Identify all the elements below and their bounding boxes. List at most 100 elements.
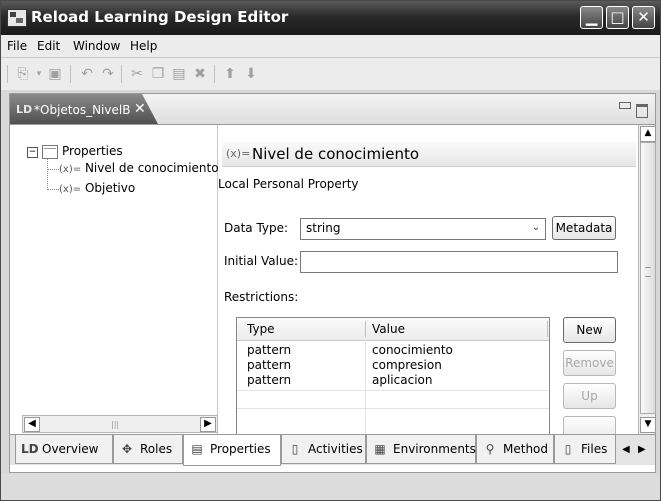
close-tab-icon[interactable]: ✕ (134, 101, 146, 117)
column-divider (547, 321, 548, 337)
remove-button[interactable]: Remove (563, 350, 616, 376)
property-icon: (x)= (59, 184, 82, 195)
menu-edit[interactable]: Edit (37, 39, 60, 53)
table-cell: aplicacion (372, 373, 433, 387)
scroll-left-icon[interactable]: ◀ (24, 417, 40, 432)
tree-item-nivel-de-conocimiento[interactable]: (x)= Nivel de conocimiento (59, 161, 219, 175)
tab-activities[interactable]: ▯ Activities (281, 435, 366, 464)
tree-connector (47, 189, 59, 190)
save-icon[interactable]: ▣ (47, 66, 63, 82)
maximize-button[interactable]: □ (606, 6, 629, 29)
method-icon: ⚲ (485, 442, 495, 456)
tab-label: Activities (308, 442, 363, 456)
minimize-view-icon[interactable] (619, 102, 631, 109)
tab-scroll-right-icon[interactable]: ▶ (638, 444, 646, 455)
tab-label: Properties (210, 442, 271, 456)
tree-horizontal-scrollbar[interactable]: ◀ ||| ▶ (22, 415, 218, 433)
editor-tab-row: LD *Objetos_NivelB ✕ (10, 94, 655, 125)
dropdown-arrow-icon[interactable]: ▾ (31, 66, 47, 82)
cut-icon[interactable]: ✂ (129, 66, 145, 82)
detail-title: Nivel de conocimiento (252, 145, 420, 163)
tab-environments[interactable]: ▦ Environments (366, 435, 476, 464)
column-divider (365, 321, 366, 337)
tab-properties[interactable]: ▤ Properties (183, 435, 281, 466)
tab-label: Method (503, 442, 549, 456)
data-type-label: Data Type: (224, 221, 289, 235)
undo-icon[interactable]: ↶ (79, 66, 95, 82)
window-title: Reload Learning Design Editor (31, 8, 289, 26)
activities-icon: ▯ (291, 442, 299, 456)
toolbar-separator (121, 65, 122, 83)
status-bar (1, 473, 660, 500)
properties-icon: ▤ (191, 442, 203, 456)
column-header-value[interactable]: Value (372, 322, 405, 336)
scroll-grip-icon (645, 267, 651, 277)
app-icon (7, 9, 27, 27)
tab-overview[interactable]: LD Overview (15, 435, 113, 464)
tab-method[interactable]: ⚲ Method (476, 435, 554, 464)
roles-icon: ✥ (121, 442, 133, 456)
move-down-icon[interactable]: ⬇ (243, 66, 259, 82)
table-cell: pattern (247, 343, 292, 357)
scroll-up-icon[interactable]: ▲ (640, 126, 656, 142)
row-divider (237, 408, 549, 409)
metadata-button[interactable]: Metadata (552, 216, 616, 240)
menu-bar: File Edit Window Help (1, 35, 660, 58)
tab-roles[interactable]: ✥ Roles (113, 435, 183, 464)
move-up-icon[interactable]: ⬆ (222, 66, 238, 82)
toolbar-separator (214, 65, 215, 83)
minimize-button[interactable]: ▁ (580, 6, 603, 29)
copy-icon[interactable]: ❐ (150, 66, 166, 82)
tab-label: Overview (42, 442, 99, 456)
tree-item-objetivo[interactable]: (x)= Objetivo (59, 181, 135, 195)
tree-item-label: Objetivo (84, 181, 136, 195)
tree-root-label[interactable]: Properties (62, 144, 123, 158)
ld-icon: LD (16, 103, 33, 116)
tab-label: Files (581, 442, 608, 456)
delete-icon[interactable]: ✖ (192, 66, 208, 82)
scroll-thumb[interactable] (640, 142, 656, 414)
menu-help[interactable]: Help (130, 39, 157, 53)
column-header-type[interactable]: Type (247, 322, 275, 336)
editor-content: − Properties (x)= Nivel de conocimiento … (10, 125, 656, 442)
scroll-down-icon[interactable]: ▼ (640, 417, 656, 433)
up-button[interactable]: Up (563, 383, 616, 409)
tree-connector (47, 169, 59, 170)
chevron-down-icon[interactable]: ⌄ (528, 220, 544, 236)
table-cell: pattern (247, 358, 292, 372)
app-window: Reload Learning Design Editor ▁ □ ✕ File… (0, 0, 661, 501)
tab-scroll-left-icon[interactable]: ◀ (622, 444, 630, 455)
bottom-tab-bar: LD Overview ✥ Roles ▤ Properties ▯ Activ… (10, 434, 655, 466)
property-icon: (x)= (59, 164, 82, 175)
property-icon: (x)= (226, 147, 251, 160)
editor-tab[interactable]: LD *Objetos_NivelB ✕ (10, 94, 158, 124)
tab-files[interactable]: ▯ Files (554, 435, 616, 464)
collapse-icon[interactable]: − (27, 147, 38, 158)
table-cell: pattern (247, 373, 292, 387)
detail-vertical-scrollbar[interactable]: ▲ ▼ (638, 125, 656, 434)
initial-value-input[interactable] (300, 251, 618, 273)
paste-icon[interactable]: ▤ (171, 66, 187, 82)
environments-icon: ▦ (374, 442, 386, 456)
editor-tab-label: *Objetos_NivelB (34, 103, 131, 117)
close-button[interactable]: ✕ (632, 6, 655, 29)
table-cell: compresion (372, 358, 442, 372)
redo-icon[interactable]: ↷ (100, 66, 116, 82)
scroll-right-icon[interactable]: ▶ (200, 417, 216, 432)
scroll-grip-icon: ||| (111, 420, 120, 429)
toolbar: ⎘ ▾ ▣ ↶ ↷ ✂ ❐ ▤ ✖ ⬆ ⬇ (1, 58, 660, 90)
toolbar-separator (70, 65, 71, 83)
column-divider (365, 340, 366, 434)
property-detail-panel: (x)= Nivel de conocimiento Local Persona… (218, 125, 638, 442)
data-type-select[interactable]: string ⌄ (300, 218, 546, 240)
menu-window[interactable]: Window (73, 39, 120, 53)
restrictions-table[interactable]: Type Value pattern conocimiento pattern … (236, 317, 550, 434)
new-button[interactable]: New (563, 317, 616, 343)
menu-file[interactable]: File (7, 39, 27, 53)
new-file-icon[interactable]: ⎘ (15, 66, 31, 82)
tab-label: Environments (393, 442, 476, 456)
maximize-view-icon[interactable] (636, 104, 648, 118)
tree-item-label: Nivel de conocimiento (84, 161, 219, 175)
table-cell: conocimiento (372, 343, 453, 357)
title-bar: Reload Learning Design Editor ▁ □ ✕ (1, 1, 660, 35)
